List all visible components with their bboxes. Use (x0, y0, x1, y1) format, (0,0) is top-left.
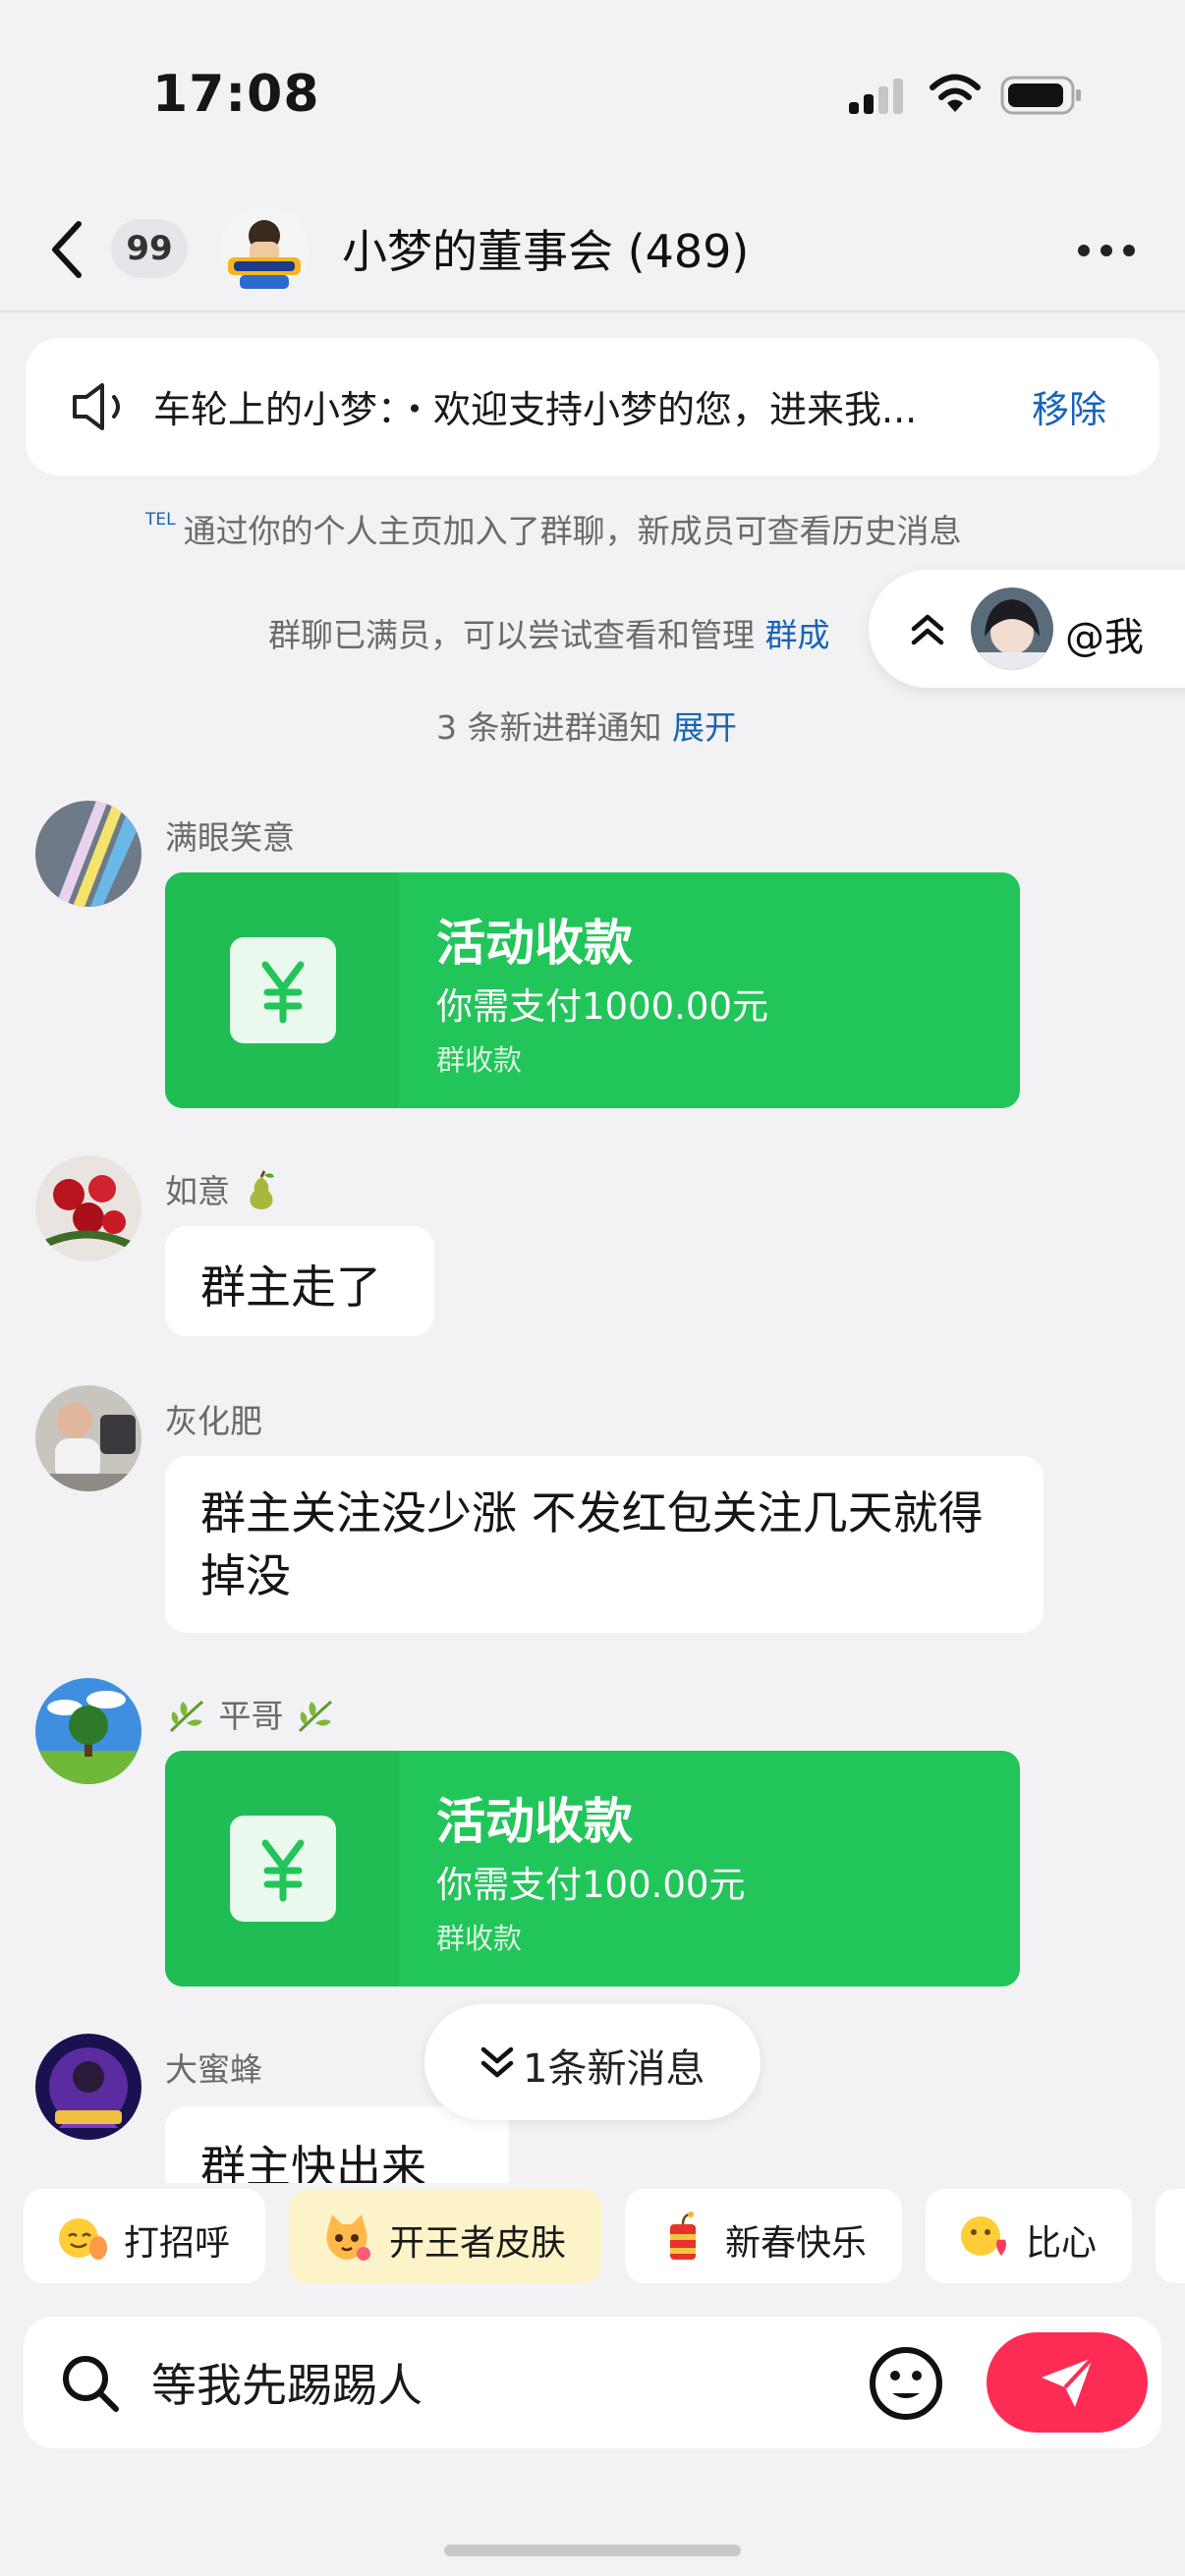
sender-avatar[interactable] (35, 1155, 141, 1261)
sender-name: 平哥 (165, 1690, 337, 1737)
payment-amount: 你需支付1000.00元 (436, 985, 769, 1028)
home-indicator (444, 2545, 741, 2556)
sender-name: 大蜜蜂 (165, 2050, 262, 2089)
payment-card[interactable]: 活动收款 你需支付1000.00元 群收款 (165, 872, 1020, 1108)
battery-icon (1000, 76, 1081, 115)
more-options-icon[interactable] (1077, 244, 1136, 257)
sender-avatar[interactable] (35, 801, 141, 907)
message-bubble[interactable]: 群主走了 (165, 1226, 434, 1336)
tel-tag: TEL (145, 510, 176, 530)
remove-announcement-button[interactable]: 移除 (1032, 379, 1106, 433)
chip-label: 开王者皮肤 (389, 2223, 567, 2264)
sender-name: 如意 (165, 1165, 282, 1212)
at-me-button[interactable]: @我 (869, 570, 1185, 688)
payment-type: 群收款 (436, 1922, 523, 1955)
group-announcement[interactable]: 车轮上的小梦：・欢迎支持小梦的您，进来我... 移除 (26, 338, 1159, 476)
group-full-text: 群聊已满员，可以尝试查看和管理 (268, 616, 765, 654)
announcement-text: 车轮上的小梦：・欢迎支持小梦的您，进来我... (153, 388, 918, 431)
new-join-text: 3 条新进群通知 (436, 708, 672, 747)
status-bar: 17:08 (0, 0, 1185, 187)
quick-reply-bar: 打招呼 开王者皮肤 新春快乐 比心 (0, 2189, 1185, 2291)
cellular-signal-icon (849, 79, 903, 114)
chip-label: 打招呼 (124, 2223, 231, 2264)
chip-label: 新春快乐 (725, 2223, 868, 2264)
new-message-label: 1条新消息 (523, 2046, 705, 2092)
group-logo-icon (220, 206, 309, 295)
send-button[interactable] (987, 2332, 1148, 2433)
join-notice-text: 通过你的个人主页加入了群聊，新成员可查看历史消息 (183, 512, 962, 550)
double-chevron-down-icon (480, 2046, 514, 2078)
at-me-avatar (971, 588, 1053, 670)
status-time: 17:08 (152, 65, 320, 124)
expand-link[interactable]: 展开 (672, 708, 737, 747)
payment-card[interactable]: 活动收款 你需支付100.00元 群收款 (165, 1751, 1020, 1987)
herb-leaf-icon (169, 1700, 203, 1733)
chip-label: 比心 (1026, 2223, 1098, 2264)
payment-title: 活动收款 (436, 915, 633, 972)
group-title[interactable]: 小梦的董事会 (489) (342, 216, 749, 281)
search-icon[interactable] (59, 2352, 122, 2415)
yuan-icon (230, 1816, 336, 1922)
double-chevron-up-icon (911, 614, 944, 645)
pear-emoji-icon (249, 1170, 274, 1209)
new-join-notice: 3 条新进群通知 展开 (436, 701, 737, 749)
payment-amount: 你需支付100.00元 (436, 1864, 746, 1906)
group-full-notice: 群聊已满员，可以尝试查看和管理 群成 (268, 609, 830, 656)
chip-heart[interactable]: 比心 (926, 2189, 1132, 2283)
wave-emoji-icon (59, 2218, 107, 2260)
at-me-label: @我 (1065, 615, 1144, 660)
chat-header: 99 小梦的董事会 (489) (0, 187, 1185, 312)
chip-more[interactable] (1156, 2189, 1185, 2283)
group-manage-link[interactable]: 群成 (765, 616, 830, 654)
heart-hand-emoji-icon (961, 2216, 1006, 2256)
message-bubble[interactable]: 群主快出来 (165, 2106, 509, 2183)
cat-emoji-icon (326, 2214, 370, 2261)
herb-leaf-icon (298, 1700, 332, 1733)
join-notice: TEL 通过你的个人主页加入了群聊，新成员可查看历史消息 (145, 505, 962, 552)
payment-icon-panel (165, 872, 399, 1108)
speaker-icon (73, 383, 120, 430)
message-bubble[interactable]: 群主关注没少涨 不发红包关注几天就得掉没 (165, 1456, 1044, 1633)
message-input-bar (24, 2317, 1161, 2448)
new-message-button[interactable]: 1条新消息 (424, 2004, 761, 2120)
firecracker-icon (670, 2212, 696, 2260)
unread-badge[interactable]: 99 (111, 219, 188, 278)
yuan-icon (230, 937, 336, 1043)
chip-king-skin[interactable]: 开王者皮肤 (289, 2189, 601, 2283)
payment-title: 活动收款 (436, 1793, 633, 1850)
sender-name-text: 平哥 (218, 1697, 284, 1735)
sender-avatar[interactable] (35, 1678, 141, 1784)
sender-avatar[interactable] (35, 1385, 141, 1491)
message-input[interactable] (151, 2350, 839, 2415)
payment-icon-panel (165, 1751, 399, 1987)
sender-name: 满眼笑意 (165, 818, 295, 857)
group-avatar[interactable] (220, 206, 309, 295)
sender-name: 灰化肥 (165, 1402, 262, 1440)
sender-name-text: 如意 (165, 1172, 230, 1210)
payment-type: 群收款 (436, 1043, 523, 1077)
chip-new-year[interactable]: 新春快乐 (625, 2189, 902, 2283)
emoji-icon[interactable] (867, 2344, 945, 2423)
chip-greet[interactable]: 打招呼 (24, 2189, 265, 2283)
send-arrow-icon (1042, 2356, 1095, 2407)
back-arrow-icon[interactable] (45, 218, 86, 281)
wifi-icon (930, 74, 981, 112)
